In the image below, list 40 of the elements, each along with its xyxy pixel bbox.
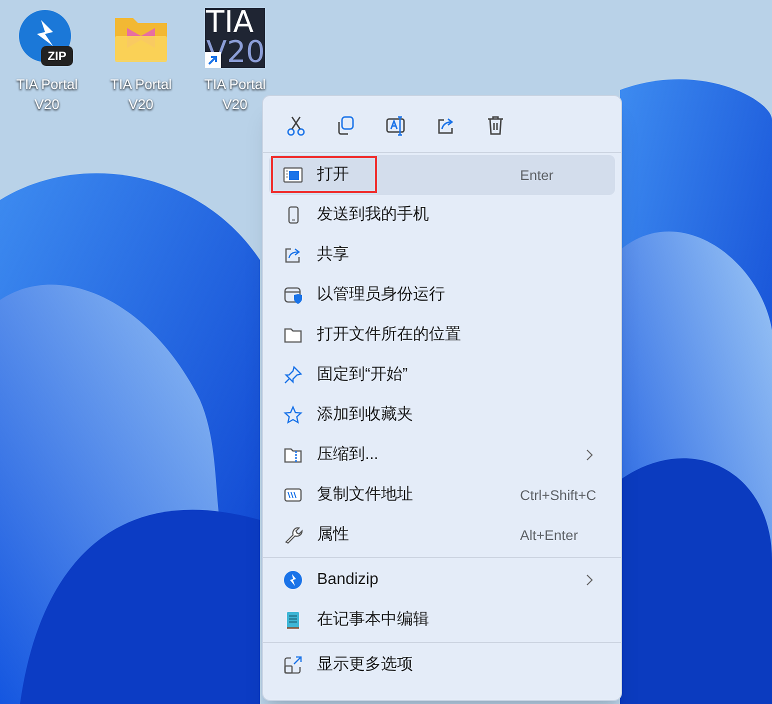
scissors-icon	[284, 114, 306, 136]
shortcut-text: Ctrl+Shift+C	[520, 486, 596, 504]
menu-item-label: 显示更多选项	[317, 654, 413, 675]
menu-item[interactable]: 打开 Enter	[269, 155, 615, 195]
lightning-circle-icon	[283, 570, 303, 590]
menu-item[interactable]: 打开文件所在的位置	[269, 315, 615, 355]
menu-item[interactable]: 添加到收藏夹	[269, 395, 615, 435]
menu-item[interactable]: 在记事本中编辑	[269, 600, 615, 640]
shield-window-icon	[283, 285, 303, 305]
menu-item[interactable]: 发送到我的手机	[269, 195, 615, 235]
menu-item-label: 打开文件所在的位置	[317, 324, 461, 345]
logo-text: TIA	[206, 8, 254, 38]
shortcut-text: Alt+Enter	[520, 526, 578, 544]
expand-icon	[283, 655, 303, 675]
menu-item-label: 压缩到...	[317, 444, 378, 465]
window-icon	[283, 165, 303, 185]
menu-item-label: 固定到“开始”	[317, 364, 408, 385]
menu-item-label: 在记事本中编辑	[317, 610, 429, 630]
menu-item-label: 以管理员身份运行	[317, 284, 445, 305]
menu-item-label: 添加到收藏夹	[317, 404, 413, 425]
menu-item-label: Bandizip	[317, 570, 378, 590]
menu-item[interactable]: 固定到“开始”	[269, 355, 615, 395]
shortcut-text: Enter	[520, 166, 554, 184]
menu-item[interactable]: 以管理员身份运行	[269, 275, 615, 315]
badge-text: ZIP	[46, 48, 68, 64]
menu-item[interactable]: 复制文件地址 Ctrl+Shift+C	[269, 475, 615, 515]
wrench-icon	[283, 525, 303, 545]
menu-item[interactable]: 共享	[269, 235, 615, 275]
menu-item[interactable]: 压缩到...	[269, 435, 615, 475]
menu-item[interactable]: Bandizip	[269, 560, 615, 600]
menu-item[interactable]: 属性 Alt+Enter	[269, 515, 615, 555]
star-icon	[283, 405, 303, 425]
menu-item-label: 共享	[317, 244, 349, 265]
menu-item-label: 发送到我的手机	[317, 204, 429, 225]
menu-item[interactable]: 显示更多选项	[269, 645, 615, 685]
menu-item-label: 打开	[317, 165, 349, 185]
pin-icon	[283, 365, 303, 385]
menu-item-label: 属性	[317, 525, 349, 545]
menu-item-label: 复制文件地址	[317, 484, 413, 505]
rename-icon	[384, 114, 406, 136]
